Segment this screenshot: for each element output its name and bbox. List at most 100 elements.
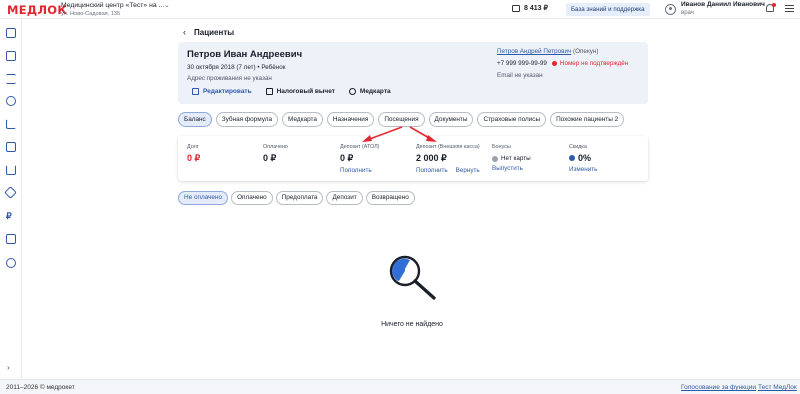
tab-appointments[interactable]: Назначения — [326, 112, 375, 127]
bonus-card-icon — [492, 155, 498, 162]
guardian: Петров Андрей Петрович (Опекун) — [497, 48, 599, 55]
top-header: МЕДЛОК Медицинский центр «Тест» на ... у… — [0, 0, 800, 19]
deposit-atol-block: Депозит (АТОЛ) 0 ₽ Пополнить — [340, 144, 379, 174]
tab-similar-patients[interactable]: Похожие пациенты 2 — [550, 112, 625, 127]
expand-sidebar-icon[interactable]: › — [7, 363, 10, 372]
tab-visits[interactable]: Посещения — [378, 112, 425, 127]
search-empty-icon — [389, 255, 436, 300]
bonus-value: Нет карты — [501, 155, 531, 162]
settings-icon[interactable] — [6, 258, 16, 268]
deposit-ext-value: 2 000 ₽ — [416, 153, 447, 163]
back-arrow-icon[interactable]: ‹ — [183, 27, 186, 37]
sidebar: ₽ › — [0, 19, 22, 379]
home-icon[interactable] — [6, 28, 16, 38]
tab-balance[interactable]: Баланс — [178, 112, 212, 127]
discount-change-link[interactable]: Изменить — [569, 166, 597, 173]
wallet-balance[interactable]: 8 413 ₽ — [512, 4, 548, 12]
filter-prepaid[interactable]: Предоплата — [275, 191, 324, 205]
tax-icon — [265, 88, 273, 95]
deposit-ext-topup-link[interactable]: Пополнить — [416, 167, 448, 174]
phone-row: +7 999 999-99-99 Номер не подтверждён — [497, 60, 628, 67]
user-menu[interactable]: Иванов Даниил Иванович врач — [681, 1, 765, 17]
discount-block: Скидка 0% Изменить — [569, 144, 597, 173]
user-role: врач — [681, 10, 694, 16]
debt-block: Долг 0 ₽ — [187, 144, 200, 164]
bonus-block: Бонусы Нет карты Выпустить — [492, 144, 531, 172]
empty-state-text: Ничего не найдено — [381, 321, 443, 328]
bed-icon[interactable] — [6, 165, 16, 175]
edit-button[interactable]: Редактировать — [192, 88, 252, 95]
flask-icon[interactable] — [6, 142, 16, 152]
deposit-atol-label: Депозит (АТОЛ) — [340, 144, 380, 150]
clinic-selector[interactable]: Медицинский центр «Тест» на ... ул. Ново… — [61, 2, 170, 18]
tax-label: Налоговый вычет — [276, 88, 335, 95]
wallet-icon — [512, 4, 520, 12]
warning-icon — [551, 61, 557, 66]
filter-unpaid[interactable]: Не оплачено — [178, 191, 229, 205]
debt-label: Долг — [187, 144, 199, 150]
tab-medcard[interactable]: Медкарта — [282, 112, 323, 127]
clinic-name: Медицинский центр «Тест» на ... — [61, 2, 165, 9]
copyright: 2011–2026 © медрокет — [6, 384, 75, 391]
edit-label: Редактировать — [203, 88, 252, 95]
clinic-address: ул. Ново-Садовая, 135 — [61, 11, 121, 17]
paid-block: Оплачено 0 ₽ — [263, 144, 288, 164]
footer: 2011–2026 © медрокет Голосование за функ… — [0, 379, 800, 394]
medcard-label: Медкарта — [359, 88, 391, 95]
bonus-issue-link[interactable]: Выпустить — [492, 165, 523, 172]
users-icon[interactable] — [6, 96, 16, 106]
phone-number: +7 999 999-99-99 — [497, 60, 547, 67]
notification-dot — [772, 3, 776, 7]
guardian-role: (Опекун) — [573, 48, 599, 55]
patient-actions: Редактировать Налоговый вычет Медкарта — [192, 88, 391, 95]
filter-paid[interactable]: Оплачено — [231, 191, 273, 205]
debt-value: 0 ₽ — [187, 153, 201, 163]
chevron-down-icon: ⌄ — [164, 2, 170, 9]
test-medlok-link[interactable]: Тест МедЛок — [758, 384, 797, 391]
knowledge-base-button[interactable]: База знаний и поддержка — [566, 3, 650, 16]
patient-address: Адрес проживания не указан — [187, 75, 272, 82]
discount-label: Скидка — [569, 144, 587, 150]
balance-value: 8 413 ₽ — [524, 5, 548, 12]
discount-icon — [569, 155, 575, 161]
patient-tabs: Баланс Зубная формула Медкарта Назначени… — [178, 112, 625, 127]
payment-filters: Не оплачено Оплачено Предоплата Депозит … — [178, 191, 415, 205]
user-name: Иванов Даниил Иванович — [681, 1, 765, 8]
patient-dob: 30 октября 2018 (7 лет) • Ребёнок — [187, 64, 286, 71]
feature-vote-link[interactable]: Голосование за функции — [681, 384, 756, 391]
paid-value: 0 ₽ — [263, 153, 277, 163]
patient-card: Петров Иван Андреевич 30 октября 2018 (7… — [178, 42, 648, 104]
filter-deposit[interactable]: Депозит — [326, 191, 363, 205]
puzzle-icon[interactable] — [6, 234, 16, 244]
box-icon[interactable] — [4, 186, 17, 199]
ruble-icon[interactable]: ₽ — [6, 211, 16, 221]
logo[interactable]: МЕДЛОК — [7, 3, 67, 17]
medcard-icon — [348, 88, 356, 95]
patient-name: Петров Иван Андреевич — [187, 49, 303, 60]
tab-dental-formula[interactable]: Зубная формула — [215, 112, 279, 127]
chart-icon[interactable] — [6, 119, 16, 129]
bonus-label: Бонусы — [492, 144, 511, 150]
filter-refunded[interactable]: Возвращено — [365, 191, 415, 205]
patient-email: Email не указан — [497, 72, 543, 79]
deposit-atol-topup-link[interactable]: Пополнить — [340, 167, 372, 174]
phone-warning: Номер не подтверждён — [551, 60, 629, 67]
discount-value: 0% — [578, 153, 592, 163]
user-avatar-icon[interactable] — [665, 4, 676, 15]
tab-insurance[interactable]: Страховые полисы — [477, 112, 547, 127]
deposit-ext-block: Депозит (Внешняя касса) 2 000 ₽ Пополнит… — [416, 144, 480, 174]
list-icon[interactable] — [6, 74, 16, 84]
calendar-icon[interactable] — [6, 51, 16, 61]
bell-icon[interactable] — [765, 3, 776, 13]
menu-icon[interactable] — [785, 5, 794, 14]
deposit-ext-refund-link[interactable]: Вернуть — [456, 167, 480, 174]
pencil-icon — [192, 88, 199, 95]
tab-documents[interactable]: Документы — [428, 112, 474, 127]
phone-warning-text: Номер не подтверждён — [559, 60, 629, 67]
balance-panel: Долг 0 ₽ Оплачено 0 ₽ Депозит (АТОЛ) 0 ₽… — [178, 136, 648, 181]
guardian-link[interactable]: Петров Андрей Петрович — [497, 48, 571, 55]
tax-deduction-button[interactable]: Налоговый вычет — [265, 88, 335, 95]
medcard-button[interactable]: Медкарта — [348, 88, 391, 95]
page-heading: ‹ Пациенты — [183, 27, 234, 37]
deposit-atol-value: 0 ₽ — [340, 153, 354, 163]
